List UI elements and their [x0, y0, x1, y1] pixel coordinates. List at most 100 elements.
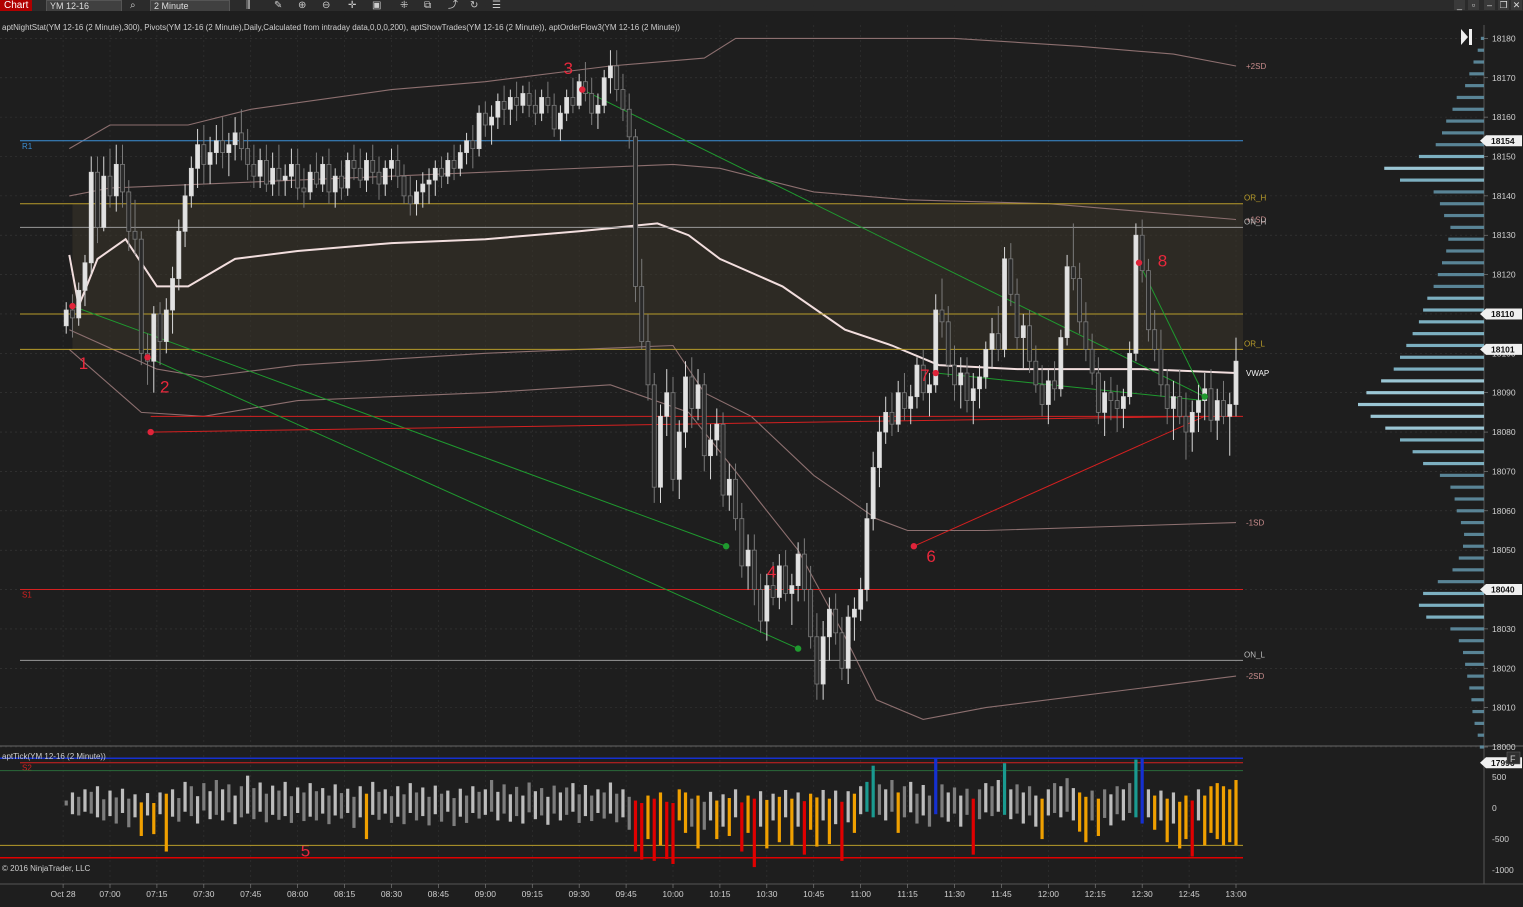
- tick-bar: [364, 793, 369, 840]
- bar-type-icon[interactable]: ⫼: [246, 0, 251, 11]
- chart-area[interactable]: +2SD+1SDVWAP-1SD-2SD R1S1S2OR_HOR_LON_HO…: [0, 11, 1523, 907]
- tick-bar: [527, 782, 531, 813]
- price-tick-label: 18000: [1492, 742, 1516, 752]
- minimize-icon[interactable]: _: [1454, 0, 1465, 10]
- volume-profile-bar: [1442, 131, 1484, 135]
- candle-body: [1133, 234, 1139, 354]
- candle-body: [826, 608, 832, 638]
- candle-body: [163, 309, 169, 342]
- candle-body: [558, 112, 563, 130]
- properties-icon[interactable]: ☰: [492, 0, 501, 11]
- tick-bar: [258, 782, 262, 812]
- candle-body: [852, 608, 857, 618]
- tick-bar: [508, 794, 512, 822]
- candle-body: [958, 372, 964, 386]
- draw-pencil-icon[interactable]: ✎: [274, 0, 282, 11]
- tick-bar: [164, 793, 168, 852]
- tick-bar: [877, 784, 882, 815]
- candle-body: [220, 140, 226, 153]
- time-tick-label: Oct 28: [51, 889, 76, 899]
- candle: [1002, 247, 1007, 358]
- tick-bar: [702, 801, 706, 830]
- candle-body: [232, 132, 238, 146]
- candle-body: [195, 144, 200, 169]
- volume-profile-bar: [1412, 450, 1484, 454]
- candle-body: [801, 553, 807, 590]
- candle-body: [1027, 325, 1032, 362]
- tick-bar: [909, 781, 913, 813]
- tick-bar: [89, 791, 93, 814]
- tick-bar: [871, 765, 875, 818]
- tick-bar: [1046, 789, 1050, 816]
- tick-bar: [333, 784, 337, 816]
- candle-body: [295, 163, 301, 189]
- tick-bar: [239, 786, 243, 818]
- candle-body: [783, 565, 788, 594]
- volume-profile-bar: [1474, 721, 1484, 725]
- level-label: S2: [22, 764, 32, 773]
- tick-bar: [1128, 783, 1132, 813]
- volume-profile-bar: [1479, 745, 1484, 749]
- restore-icon[interactable]: ❐: [1498, 0, 1509, 10]
- volume-profile-bar: [1400, 438, 1484, 442]
- search-icon[interactable]: ⌕: [130, 0, 136, 11]
- candle-body: [395, 160, 401, 177]
- candle-body: [964, 372, 970, 401]
- indicators-icon[interactable]: ⁜: [400, 0, 408, 11]
- annotation-number: 4: [767, 563, 776, 582]
- candle-body: [770, 585, 776, 598]
- candle-body: [658, 415, 663, 488]
- tick-bar: [1002, 763, 1007, 815]
- candle-body: [151, 313, 157, 362]
- candle-body: [376, 171, 382, 185]
- candle-body: [639, 286, 645, 342]
- tick-bar: [483, 789, 487, 815]
- volume-profile-bar: [1433, 284, 1484, 289]
- chart-tab[interactable]: Chart: [0, 0, 33, 11]
- tick-bar: [633, 800, 638, 852]
- tick-bar: [784, 789, 788, 818]
- candle-body: [245, 148, 251, 165]
- annotation-number: 8: [1158, 252, 1167, 271]
- panel-settings-icon[interactable]: F: [1506, 751, 1521, 765]
- tick-bar: [952, 787, 957, 814]
- candle-body: [689, 376, 695, 409]
- crosshair-icon[interactable]: ✛: [348, 0, 356, 11]
- tick-bar: [809, 793, 813, 830]
- strategies-icon[interactable]: ⧉: [424, 0, 431, 11]
- tick-bar: [321, 788, 325, 814]
- volume-profile-bar: [1472, 709, 1484, 714]
- tick-bar: [971, 798, 975, 855]
- candle-body: [889, 411, 895, 425]
- tick-bar: [677, 789, 681, 821]
- volume-profile-bar: [1393, 367, 1484, 371]
- volume-profile-bar: [1465, 84, 1484, 88]
- candle-body: [76, 289, 82, 319]
- zoom-out-icon[interactable]: ⊖: [322, 0, 330, 11]
- tick-bar: [64, 800, 68, 806]
- tick-axis-label: 500: [1492, 772, 1506, 782]
- tick-bar: [533, 791, 537, 820]
- price-tick-label: 18020: [1492, 663, 1516, 673]
- price-tick-label: 18050: [1492, 545, 1516, 555]
- time-tick-label: 12:45: [1178, 889, 1200, 899]
- window-grip-icon[interactable]: ▫: [1468, 0, 1479, 10]
- tick-bar: [152, 803, 156, 835]
- zoom-in-icon[interactable]: ⊕: [298, 0, 306, 11]
- refresh-icon[interactable]: ↻: [470, 0, 478, 11]
- candle-body: [795, 553, 801, 586]
- candle-body: [895, 392, 901, 425]
- candle-body: [608, 65, 613, 79]
- trade-marker-entry: [579, 86, 586, 93]
- close-icon[interactable]: ✕: [1511, 0, 1522, 10]
- minimize-window-icon[interactable]: –: [1484, 0, 1495, 10]
- volume-profile-bar: [1427, 296, 1484, 300]
- price-tick-label: 18080: [1492, 427, 1516, 437]
- chart-trader-icon[interactable]: ⤴: [448, 0, 458, 11]
- tick-bar: [934, 758, 938, 815]
- volume-profile-bar: [1433, 190, 1484, 194]
- candle-body: [501, 100, 507, 110]
- snapshot-icon[interactable]: ▣: [372, 0, 381, 11]
- volume-profile-bar: [1452, 107, 1484, 111]
- tick-bar: [83, 789, 87, 812]
